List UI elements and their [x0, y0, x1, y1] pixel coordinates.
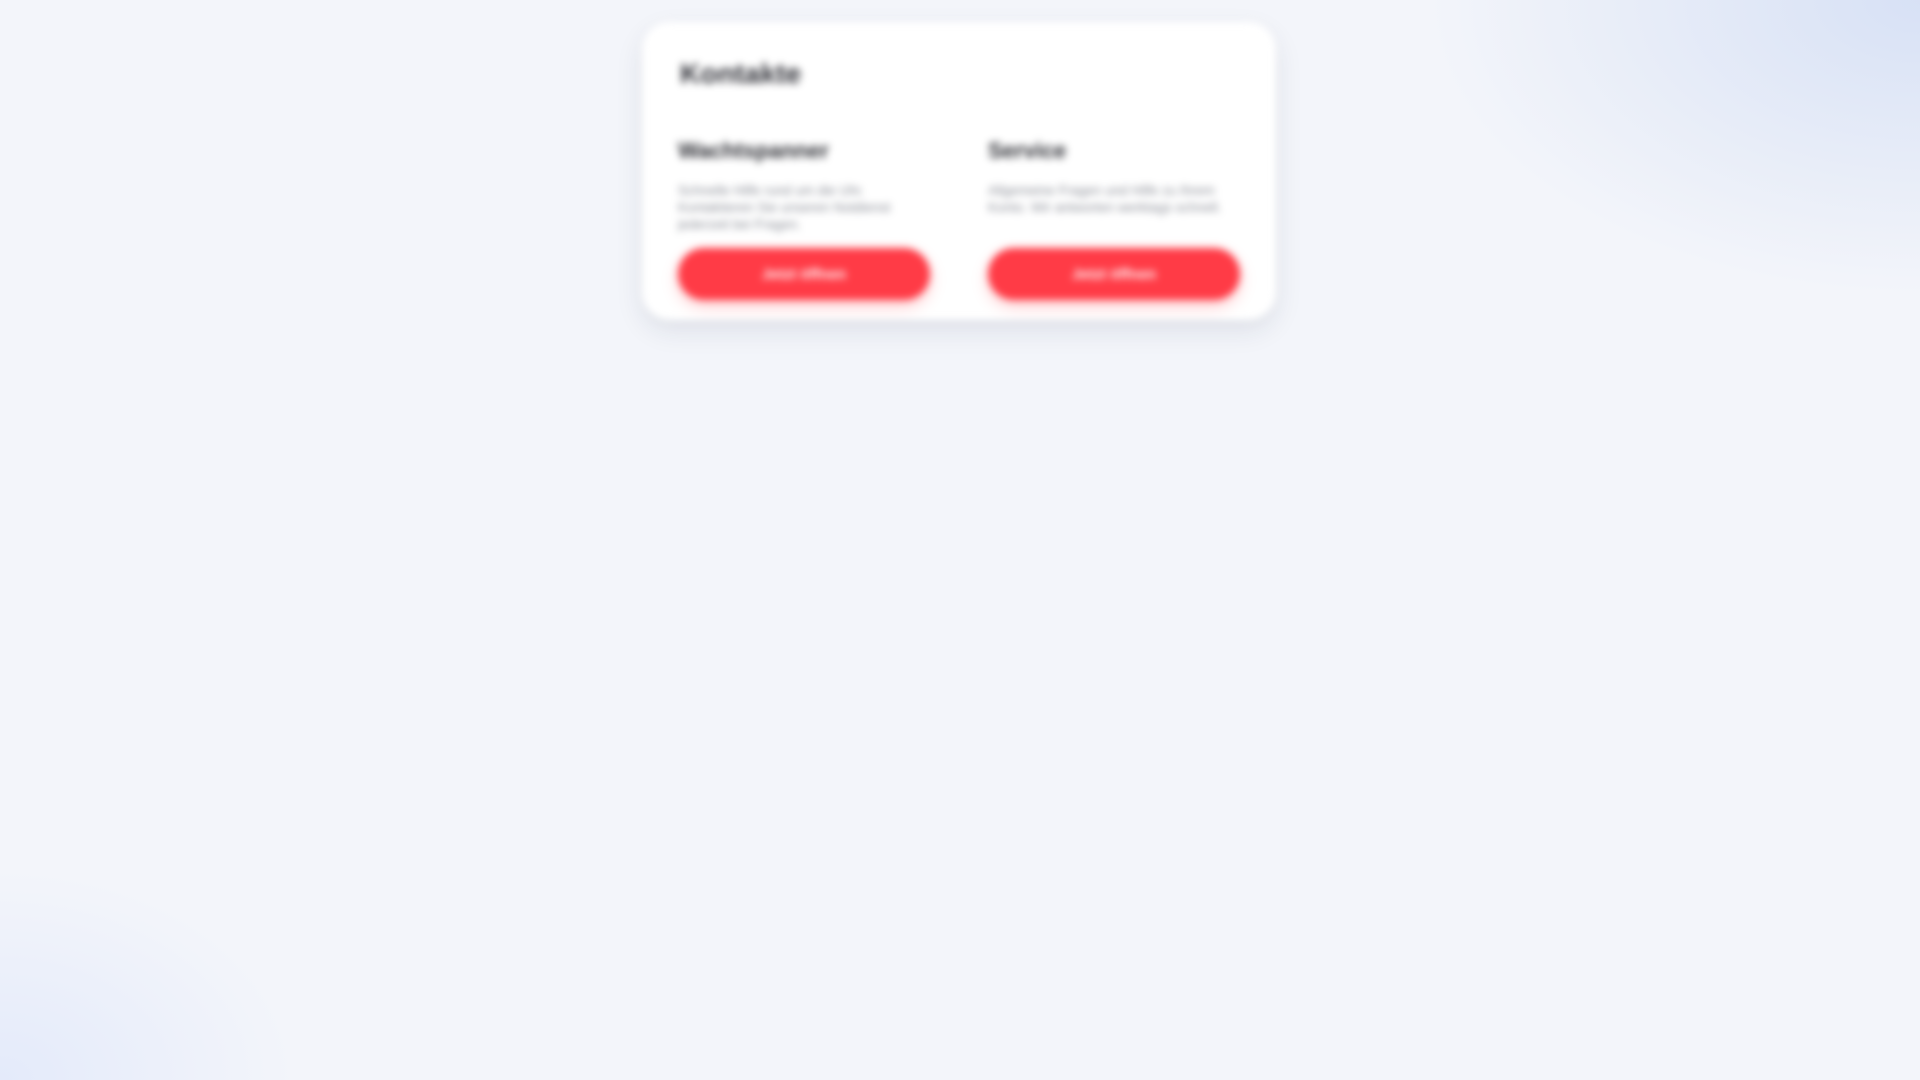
contact-card-2-description: Allgemeine Fragen und Hilfe zu Ihrem Kon…	[988, 183, 1222, 215]
contact-card-1: Wachtspanner Schnelle Hilfe rund um die …	[660, 116, 948, 316]
contact-card-1-button[interactable]: Jetzt öffnen	[678, 248, 930, 300]
contact-card-1-title: Wachtspanner	[678, 138, 829, 163]
contact-card-1-description: Schnelle Hilfe rund um die Uhr. Kontakti…	[678, 183, 891, 232]
blurred-background-layer: Kontakte Wachtspanner Schnelle Hilfe run…	[0, 0, 1920, 1080]
panel-title: Kontakte	[680, 58, 802, 89]
contact-card-2: Service Allgemeine Fragen und Hilfe zu I…	[970, 116, 1258, 316]
contact-card-2-button[interactable]: Jetzt öffnen	[988, 248, 1240, 300]
contacts-panel: Kontakte Wachtspanner Schnelle Hilfe run…	[642, 22, 1276, 320]
contact-cards: Wachtspanner Schnelle Hilfe rund um die …	[660, 116, 1258, 316]
contact-card-2-title: Service	[988, 138, 1067, 163]
